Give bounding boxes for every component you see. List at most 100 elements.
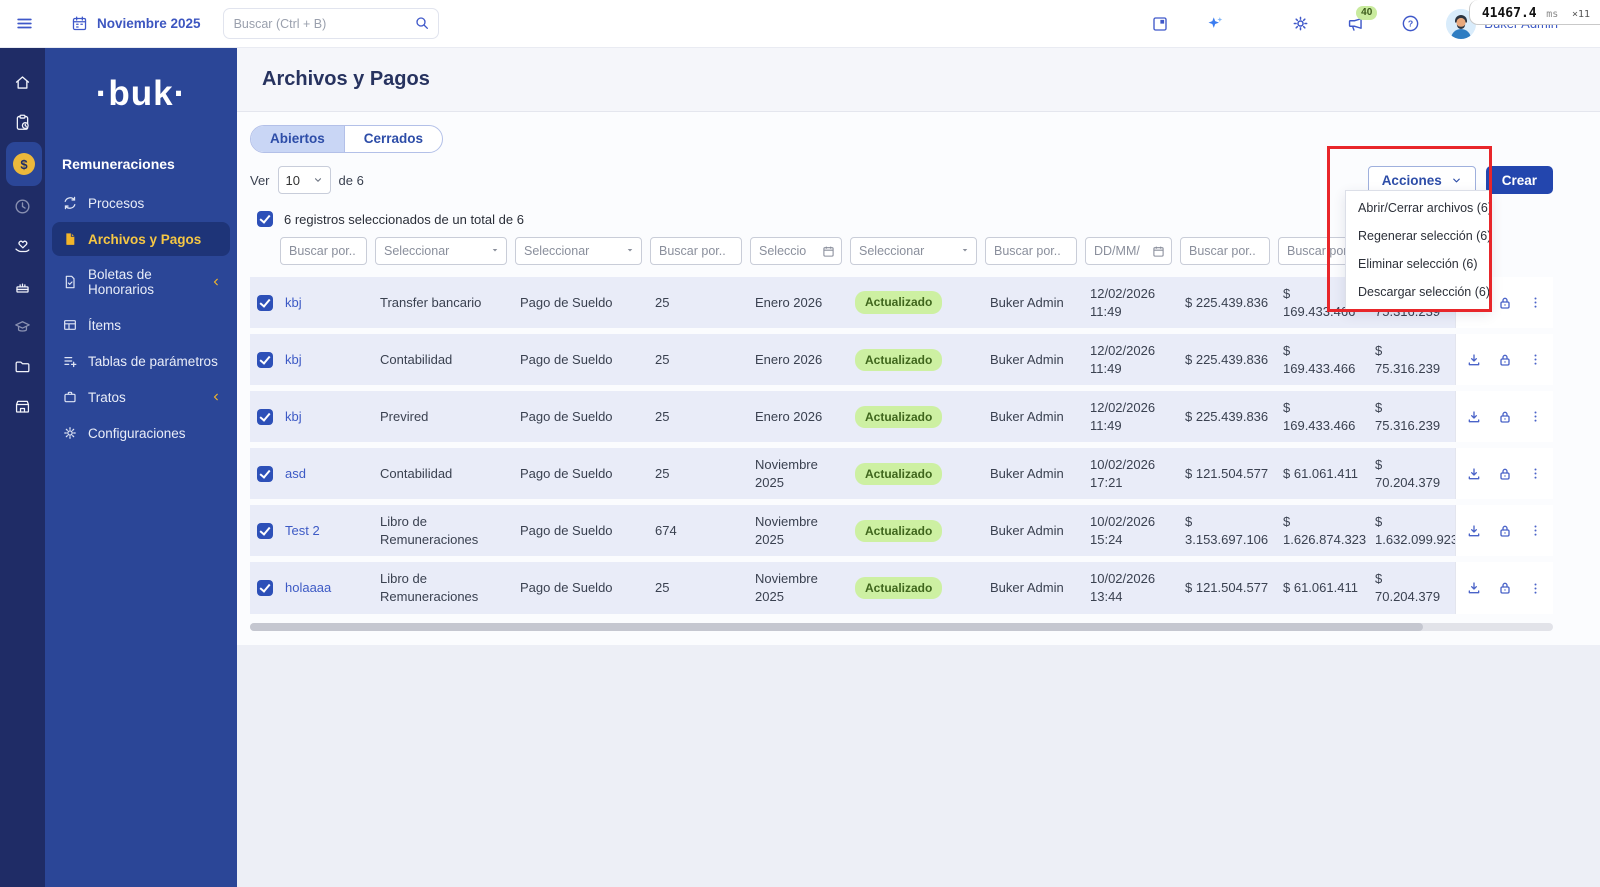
row-day: 25 (650, 334, 750, 385)
filter-cell (985, 237, 1077, 265)
row-name-link[interactable]: Test 2 (285, 522, 320, 540)
lock-icon[interactable] (1497, 352, 1513, 368)
announcements-megaphone-icon[interactable]: 40 (1346, 14, 1365, 33)
kebab-menu-icon[interactable] (1528, 523, 1543, 538)
rail-benefits-icon[interactable] (5, 226, 41, 266)
row-amount-total: $ 225.439.836 (1180, 334, 1278, 385)
crear-button[interactable]: Crear (1486, 166, 1553, 194)
period-selector[interactable]: Noviembre 2025 (71, 15, 201, 32)
row-name-link[interactable]: kbj (285, 351, 302, 369)
dollar-coin-icon: $ (13, 153, 35, 175)
kebab-menu-icon[interactable] (1528, 409, 1543, 424)
rail-training-icon[interactable] (5, 306, 41, 346)
download-icon[interactable] (1466, 352, 1482, 368)
rail-tasks-icon[interactable] (5, 102, 41, 142)
sidebar-item-configuraciones[interactable]: Configuraciones (52, 416, 230, 450)
row-checkbox[interactable] (257, 466, 273, 482)
row-amount-total: $ 225.439.836 (1180, 391, 1278, 442)
rail-payroll-icon[interactable]: $ (6, 142, 42, 186)
icon-rail: $ (0, 48, 45, 887)
changelog-icon[interactable] (1151, 15, 1169, 33)
sidebar-item-label: Configuraciones (88, 426, 186, 441)
row-checkbox[interactable] (257, 523, 273, 539)
tab-abiertos[interactable]: Abiertos (251, 126, 344, 152)
sidebar-item-tratos[interactable]: Tratos (52, 380, 230, 414)
kebab-menu-icon[interactable] (1528, 466, 1543, 481)
filter-spacer (250, 237, 280, 265)
lock-icon[interactable] (1497, 466, 1513, 482)
row-name-link[interactable]: asd (285, 465, 306, 483)
filter-input[interactable] (515, 237, 642, 265)
rail-home-icon[interactable] (5, 62, 41, 102)
sidebar-item-label: Boletas de Honorarios (88, 267, 200, 297)
sidebar-item-archivos-y-pagos[interactable]: Archivos y Pagos (52, 222, 230, 256)
filter-input[interactable] (1085, 237, 1172, 265)
row-checkbox[interactable] (257, 352, 273, 368)
row-name-link[interactable]: holaaaa (285, 579, 331, 597)
period-label: Noviembre 2025 (97, 16, 201, 31)
table-row: holaaaa Libro de Remuneraciones Pago de … (250, 562, 1553, 613)
sidebar-item-boletas-de-honorarios[interactable]: Boletas de Honorarios (52, 258, 230, 306)
row-checkbox[interactable] (257, 295, 273, 311)
download-icon[interactable] (1466, 409, 1482, 425)
list-plus-icon (62, 353, 78, 369)
filter-input[interactable] (985, 237, 1077, 265)
settings-gear-icon[interactable] (1291, 14, 1310, 33)
ai-sparkle-icon[interactable] (1205, 14, 1225, 34)
buk-logo: ·buk· (45, 74, 237, 114)
row-datetime: 12/02/2026 11:49 (1085, 391, 1180, 442)
status-badge: Actualizado (855, 291, 942, 313)
lock-icon[interactable] (1497, 580, 1513, 596)
lock-icon[interactable] (1497, 409, 1513, 425)
sidebar-item-label: Tablas de parámetros (88, 354, 218, 369)
rail-celebrations-icon[interactable] (5, 266, 41, 306)
rail-documents-icon[interactable] (5, 346, 41, 386)
download-icon[interactable] (1466, 466, 1482, 482)
filter-input[interactable] (1180, 237, 1270, 265)
page-size-value: 10 (286, 173, 300, 188)
row-amount-other: $ 1.632.099.923 (1370, 505, 1455, 556)
horizontal-scrollbar (250, 623, 1553, 631)
gear-icon (62, 425, 78, 441)
sidebar-item-items[interactable]: Ítems (52, 308, 230, 342)
lock-icon[interactable] (1497, 523, 1513, 539)
scrollbar-thumb[interactable] (250, 623, 1423, 631)
filter-input[interactable] (850, 237, 977, 265)
file-icon (62, 231, 78, 247)
sidebar-item-tablas-de-parametros[interactable]: Tablas de parámetros (52, 344, 230, 378)
search-input[interactable] (223, 8, 439, 39)
dropdown-menu-item[interactable]: Abrir/Cerrar archivos (6) (1346, 194, 1490, 222)
row-amount-other: $ 70.204.379 (1370, 562, 1455, 613)
row-name-link[interactable]: kbj (285, 408, 302, 426)
chevron-left-icon (210, 391, 222, 403)
tab-cerrados[interactable]: Cerrados (344, 126, 442, 152)
download-icon[interactable] (1466, 580, 1482, 596)
filter-input[interactable] (375, 237, 507, 265)
help-icon[interactable]: ? (1401, 14, 1420, 33)
row-name-link[interactable]: kbj (285, 294, 302, 312)
row-day: 25 (650, 277, 750, 328)
search-icon[interactable] (414, 15, 430, 31)
kebab-menu-icon[interactable] (1528, 295, 1543, 310)
filter-input[interactable] (750, 237, 842, 265)
rail-marketplace-icon[interactable] (5, 386, 41, 426)
hamburger-menu-icon[interactable] (15, 14, 34, 33)
dropdown-menu-item[interactable]: Eliminar selección (6) (1346, 250, 1490, 278)
rail-time-icon[interactable] (5, 186, 41, 226)
row-checkbox[interactable] (257, 409, 273, 425)
filter-input[interactable] (650, 237, 742, 265)
download-icon[interactable] (1466, 523, 1482, 539)
main-content: Archivos y Pagos Abiertos Cerrados Ver 1… (237, 48, 1600, 887)
select-all-checkbox[interactable] (257, 211, 273, 227)
lock-icon[interactable] (1497, 295, 1513, 311)
row-file-type: Contabilidad (375, 448, 515, 499)
row-datetime: 10/02/2026 17:21 (1085, 448, 1180, 499)
page-size-select[interactable]: 10 (278, 166, 331, 194)
sidebar-item-procesos[interactable]: Procesos (52, 186, 230, 220)
kebab-menu-icon[interactable] (1528, 581, 1543, 596)
dropdown-menu-item[interactable]: Descargar selección (6) (1346, 278, 1490, 306)
dropdown-menu-item[interactable]: Regenerar selección (6) (1346, 222, 1490, 250)
kebab-menu-icon[interactable] (1528, 352, 1543, 367)
row-checkbox[interactable] (257, 580, 273, 596)
filter-input[interactable] (280, 237, 367, 265)
